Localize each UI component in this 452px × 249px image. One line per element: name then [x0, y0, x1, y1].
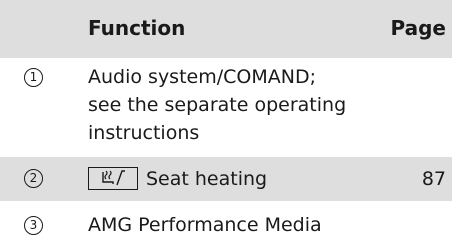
- row-number-badge: 2: [24, 169, 43, 188]
- function-table: Function Page 1 Audio system/COMAND; see…: [0, 0, 452, 249]
- page-number: 87: [421, 168, 446, 190]
- function-text: AMG Performance Media: [88, 214, 322, 236]
- header-page: Page: [390, 16, 447, 40]
- row-number-badge: 3: [24, 216, 43, 235]
- function-line: instructions: [88, 122, 200, 144]
- function-text: Seat heating: [146, 168, 268, 190]
- seat-heating-icon: [88, 167, 138, 190]
- row-number-badge: 1: [24, 68, 43, 87]
- function-line: see the separate operating: [88, 94, 347, 116]
- table-row: 2 Seat heating 87: [0, 157, 452, 201]
- header-function: Function: [88, 16, 186, 40]
- table-row: 1 Audio system/COMAND; see the separate …: [0, 58, 452, 155]
- table-row: 3 AMG Performance Media: [0, 203, 452, 249]
- function-description: Audio system/COMAND; see the separate op…: [88, 63, 388, 147]
- table-header-row: Function Page: [0, 0, 452, 58]
- function-line: Audio system/COMAND;: [88, 66, 316, 88]
